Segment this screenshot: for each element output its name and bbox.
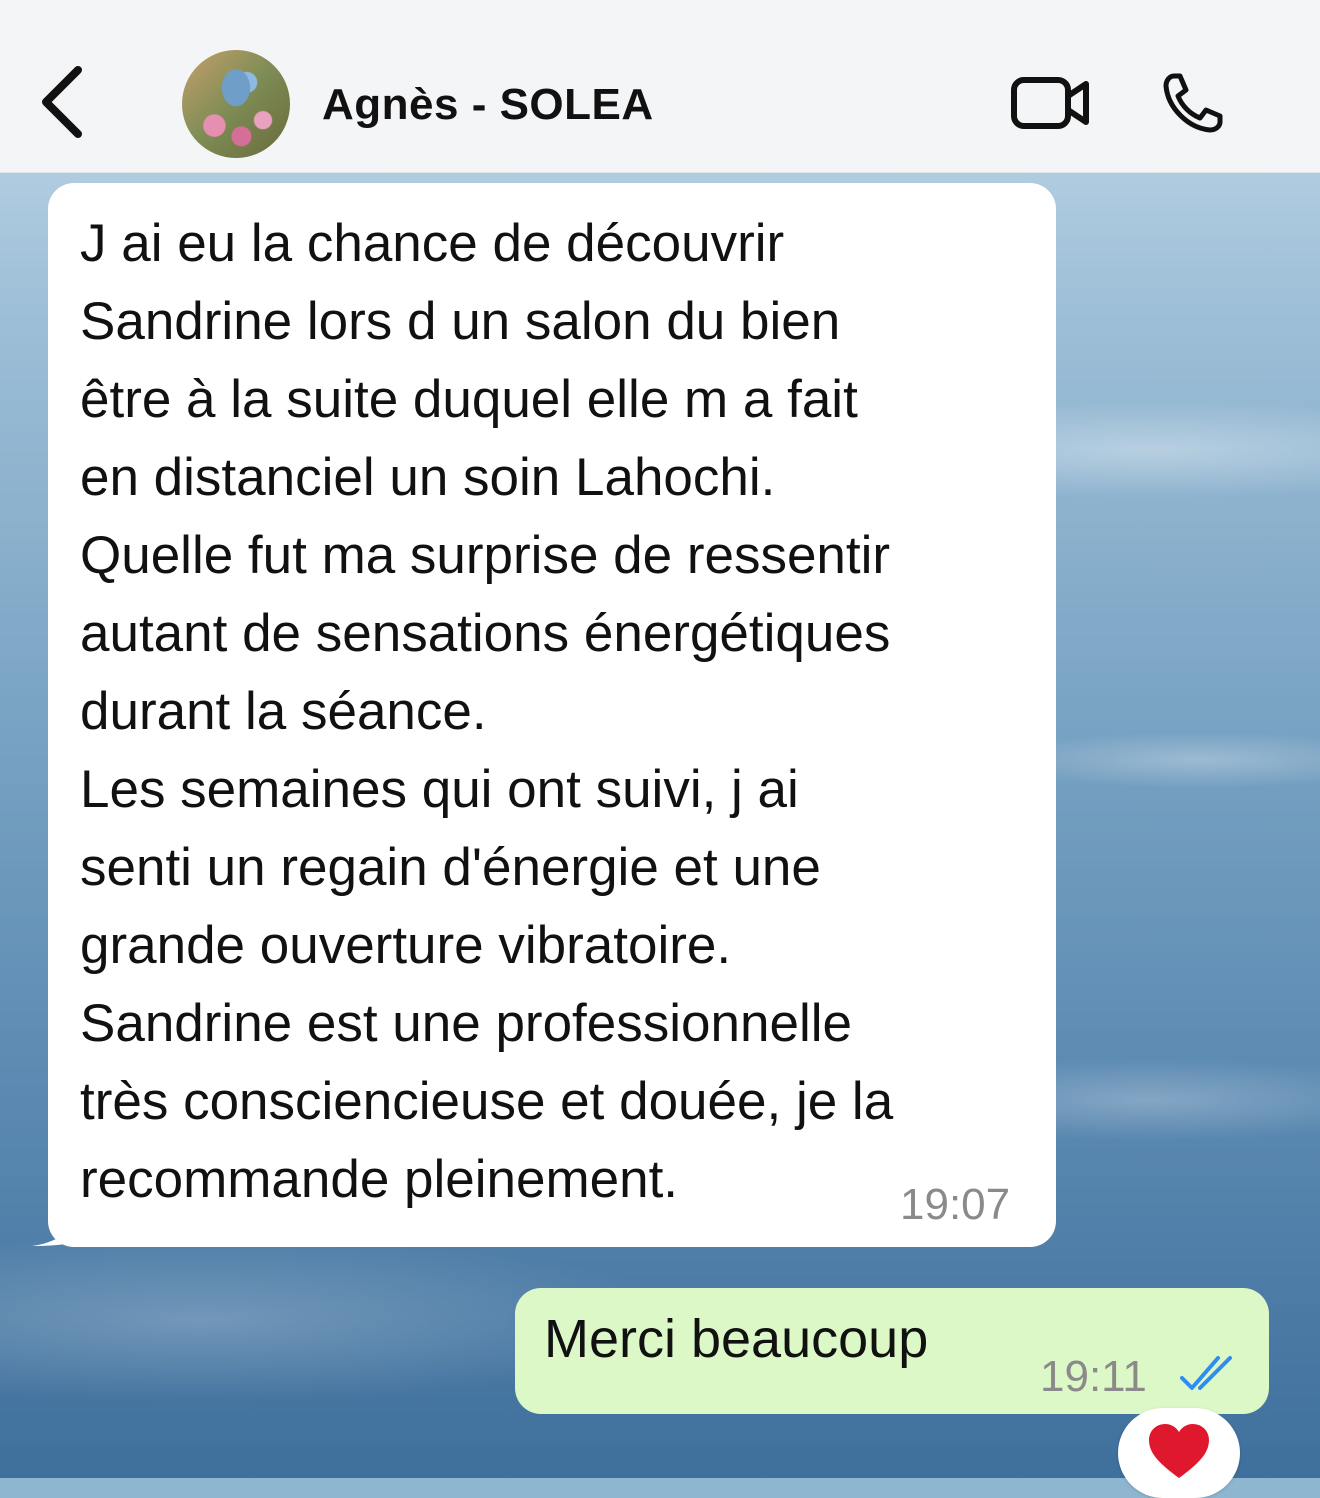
incoming-message-text: J ai eu la chance de découvrir Sandrine …: [80, 214, 894, 1209]
avatar[interactable]: [182, 50, 290, 158]
incoming-message-time: 19:07: [900, 1180, 1011, 1229]
double-check-read-icon: [1180, 1356, 1232, 1390]
video-camera-icon[interactable]: [1010, 74, 1090, 132]
outgoing-message-time: 19:11: [1040, 1352, 1147, 1401]
chat-header: Agnès - SOLEA: [0, 0, 1320, 173]
contact-name[interactable]: Agnès - SOLEA: [322, 80, 654, 130]
red-heart-icon: [1149, 1424, 1209, 1478]
chevron-left-icon[interactable]: [32, 62, 96, 142]
outgoing-message-text: Merci beaucoup: [544, 1309, 929, 1369]
phone-icon[interactable]: [1160, 70, 1226, 136]
message-reaction[interactable]: [1118, 1408, 1240, 1498]
